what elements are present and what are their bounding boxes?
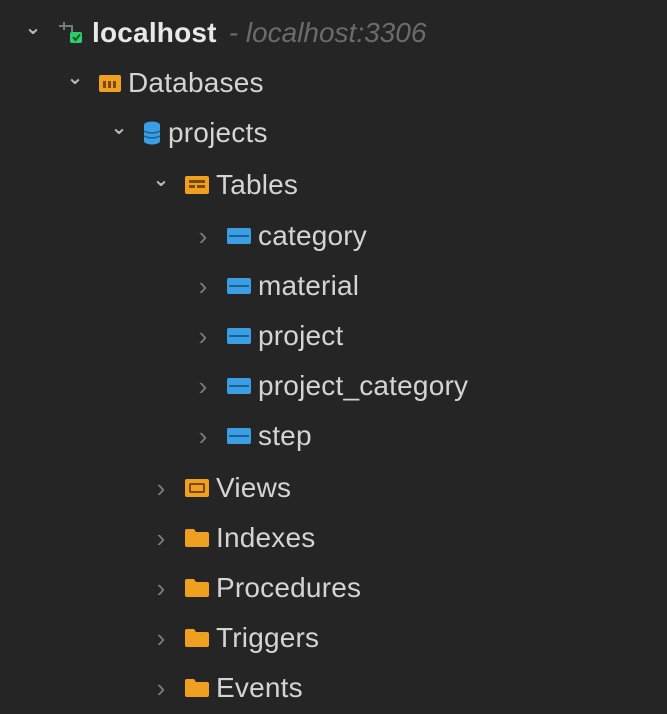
table-icon	[226, 326, 252, 346]
table-label: step	[258, 420, 312, 451]
tree-item-table[interactable]: project	[190, 311, 343, 361]
tree-item-procedures[interactable]: Procedures	[148, 563, 361, 613]
indexes-label: Indexes	[216, 522, 316, 553]
tree-item-tables[interactable]: Tables	[148, 160, 298, 210]
databases-label: Databases	[128, 67, 264, 98]
tree-item-localhost[interactable]: localhost - localhost:3306	[20, 8, 426, 58]
database-explorer-tree: localhost - localhost:3306 Databases	[0, 0, 667, 714]
chevron-right-icon[interactable]	[190, 421, 216, 452]
folder-tables-icon	[184, 174, 210, 196]
chevron-right-icon[interactable]	[148, 623, 174, 654]
table-icon	[226, 226, 252, 246]
chevron-right-icon[interactable]	[190, 271, 216, 302]
chevron-right-icon[interactable]	[148, 523, 174, 554]
server-connection-icon	[56, 20, 86, 46]
tree-item-events[interactable]: Events	[148, 663, 303, 713]
table-label: project_category	[258, 370, 469, 401]
events-label: Events	[216, 672, 303, 703]
tables-label: Tables	[216, 169, 299, 200]
folder-icon	[184, 527, 210, 549]
tree-item-table[interactable]: category	[190, 211, 367, 261]
tree-item-table[interactable]: step	[190, 411, 312, 461]
chevron-down-icon[interactable]	[106, 121, 132, 146]
table-icon	[226, 276, 252, 296]
database-icon	[142, 120, 162, 146]
triggers-label: Triggers	[216, 622, 320, 653]
tree-item-databases[interactable]: Databases	[62, 58, 264, 108]
table-label: material	[258, 270, 360, 301]
procedures-label: Procedures	[216, 572, 362, 603]
host-label: localhost	[92, 17, 217, 48]
tree-item-database-projects[interactable]: projects	[106, 108, 268, 158]
folder-icon	[184, 677, 210, 699]
chevron-right-icon[interactable]	[148, 673, 174, 704]
tree-item-table[interactable]: project_category	[190, 361, 468, 411]
table-label: category	[258, 220, 367, 251]
folder-icon	[184, 577, 210, 599]
chevron-right-icon[interactable]	[148, 473, 174, 504]
views-label: Views	[216, 472, 292, 503]
tree-item-indexes[interactable]: Indexes	[148, 513, 315, 563]
tree-item-triggers[interactable]: Triggers	[148, 613, 319, 663]
tree-item-views[interactable]: Views	[148, 463, 291, 513]
tree-item-table[interactable]: material	[190, 261, 359, 311]
chevron-down-icon[interactable]	[148, 173, 174, 198]
chevron-right-icon[interactable]	[190, 371, 216, 402]
chevron-right-icon[interactable]	[190, 221, 216, 252]
database-label: projects	[168, 117, 268, 148]
host-detail: - localhost:3306	[228, 17, 427, 48]
folder-databases-icon	[98, 72, 122, 94]
table-icon	[226, 426, 252, 446]
folder-views-icon	[184, 477, 210, 499]
table-label: project	[258, 320, 344, 351]
folder-icon	[184, 627, 210, 649]
chevron-right-icon[interactable]	[148, 573, 174, 604]
table-icon	[226, 376, 252, 396]
chevron-down-icon[interactable]	[20, 21, 46, 46]
chevron-right-icon[interactable]	[190, 321, 216, 352]
chevron-down-icon[interactable]	[62, 71, 88, 96]
